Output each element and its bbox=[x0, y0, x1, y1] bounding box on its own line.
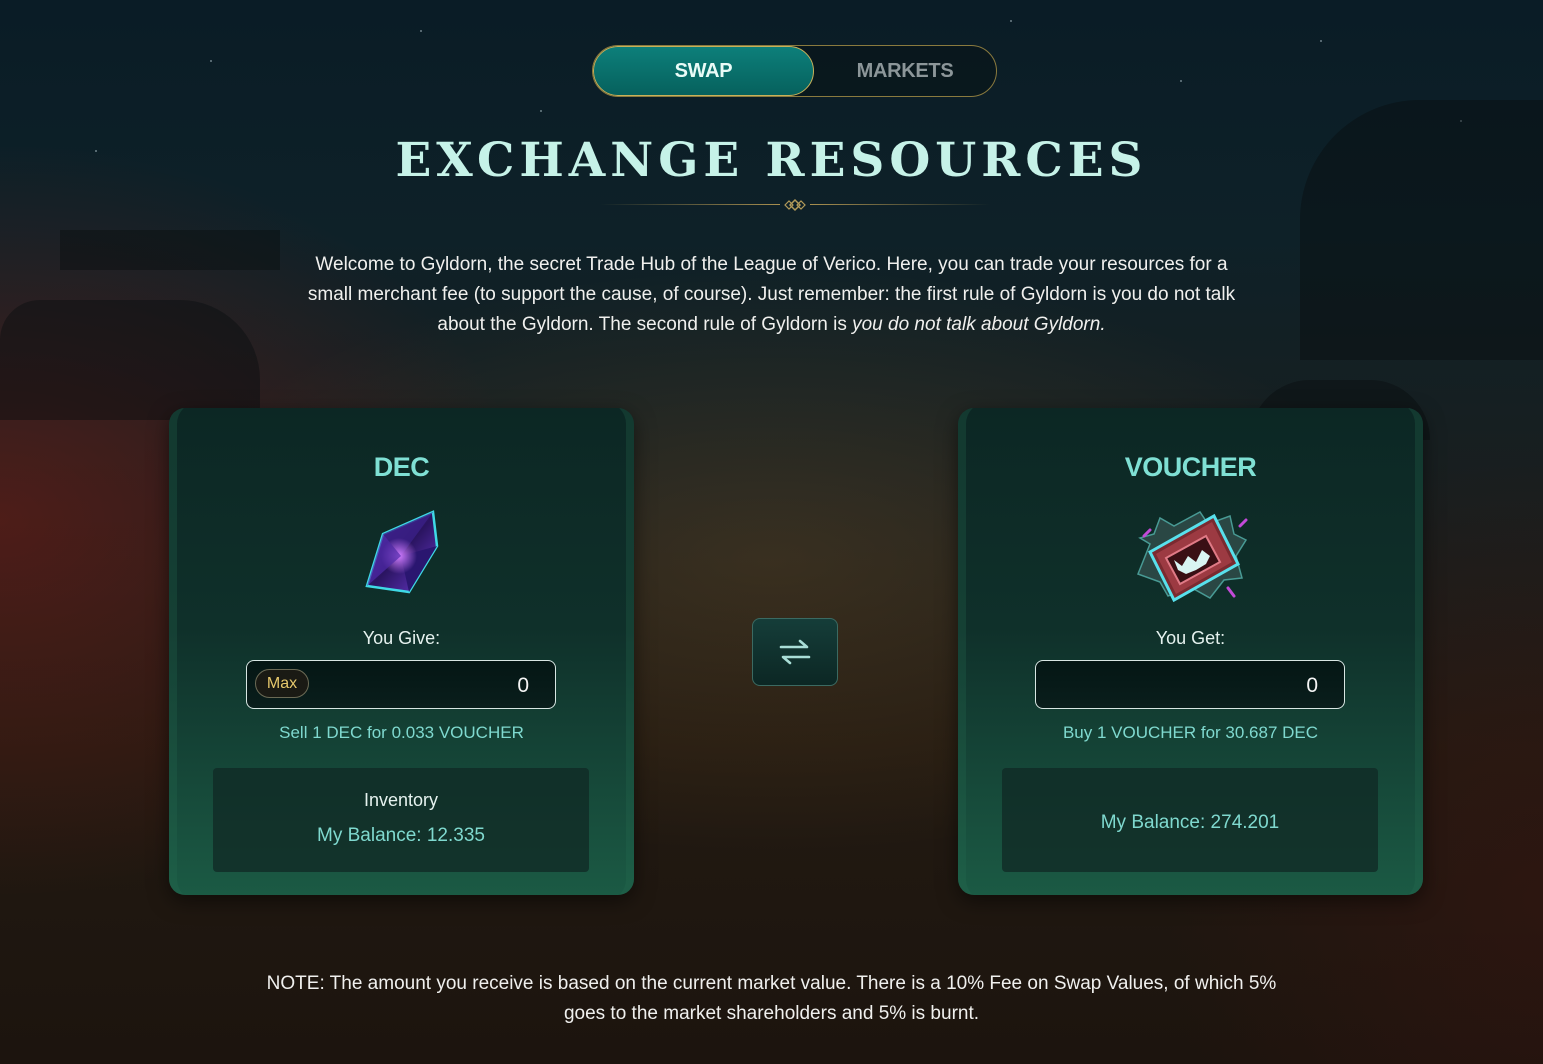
diamond-ornament-icon bbox=[784, 198, 806, 212]
get-amount-input[interactable] bbox=[1166, 671, 1320, 701]
give-amount-input[interactable] bbox=[377, 671, 531, 701]
get-inventory-panel: My Balance: 274.201 bbox=[1002, 768, 1378, 872]
inventory-label: Inventory bbox=[363, 790, 439, 810]
get-balance: My Balance: 274.201 bbox=[1100, 812, 1280, 833]
page-title: EXCHANGE RESOURCES bbox=[395, 133, 1148, 188]
dec-crystal-icon bbox=[365, 510, 439, 594]
get-amount-box bbox=[1035, 660, 1345, 709]
give-inventory-panel: Inventory My Balance: 12.335 bbox=[213, 768, 589, 872]
get-card: VOUCHER You Get: Buy 1 VOUCHER for 30.68… bbox=[958, 408, 1423, 895]
view-tabs: SWAP MARKETS bbox=[592, 45, 997, 97]
intro-text: Welcome to Gyldorn, the secret Trade Hub… bbox=[300, 250, 1243, 340]
fee-note: NOTE: The amount you receive is based on… bbox=[266, 973, 1277, 1024]
give-balance: My Balance: 12.335 bbox=[317, 825, 485, 846]
give-label: You Give: bbox=[362, 628, 441, 648]
max-button[interactable]: Max bbox=[255, 669, 309, 698]
tab-markets[interactable]: MARKETS bbox=[814, 46, 996, 96]
get-label: You Get: bbox=[1155, 628, 1226, 648]
title-divider bbox=[600, 196, 990, 214]
give-resource-title: DEC bbox=[373, 452, 430, 482]
swap-arrows-icon bbox=[779, 639, 811, 665]
get-resource-title: VOUCHER bbox=[1124, 452, 1257, 482]
get-rate: Buy 1 VOUCHER for 30.687 DEC bbox=[1062, 723, 1319, 742]
give-rate: Sell 1 DEC for 0.033 VOUCHER bbox=[279, 723, 524, 742]
intro-emphasis: you do not talk about Gyldorn. bbox=[852, 314, 1106, 335]
voucher-icon bbox=[1137, 511, 1248, 603]
give-amount-box: Max bbox=[246, 660, 556, 709]
give-card: DEC You Give: Max Sell 1 DEC for 0.033 V… bbox=[169, 408, 634, 895]
tab-swap[interactable]: SWAP bbox=[593, 46, 814, 96]
swap-direction-button[interactable] bbox=[752, 618, 838, 686]
